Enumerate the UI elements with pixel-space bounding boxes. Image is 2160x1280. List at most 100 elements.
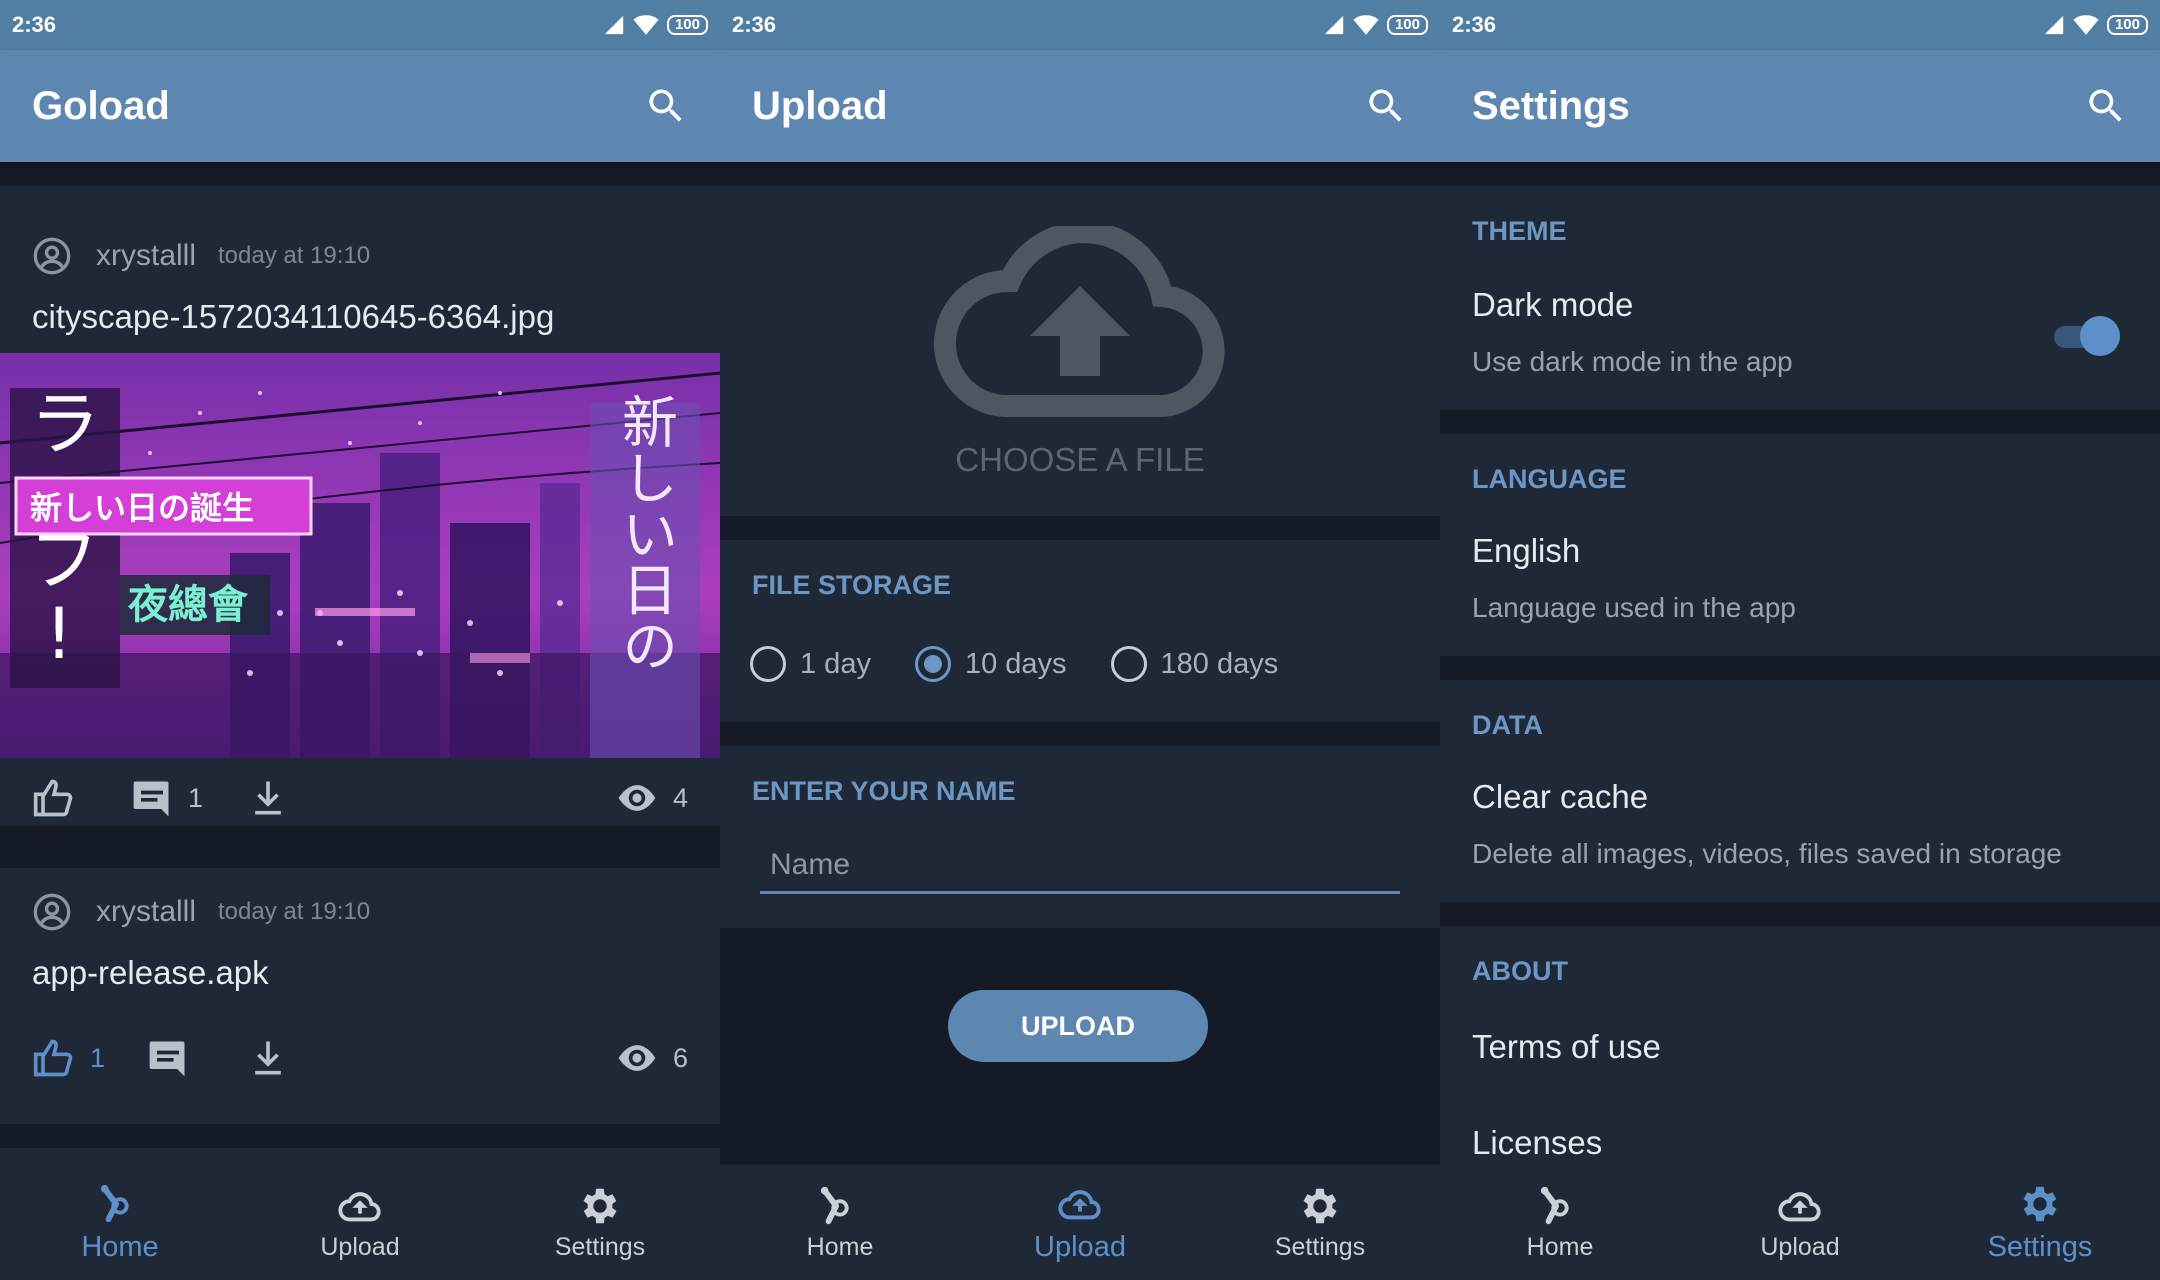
storage-label: FILE STORAGE <box>752 570 952 600</box>
nav-upload[interactable]: Upload <box>1680 1165 1920 1280</box>
data-label: DATA <box>1472 710 1543 740</box>
home-icon <box>817 1183 863 1229</box>
nav-settings[interactable]: Settings <box>480 1165 720 1280</box>
choose-file-label: CHOOSE A FILE <box>955 441 1205 478</box>
post-user[interactable]: xrystalll <box>96 895 196 929</box>
download-icon <box>246 1036 290 1080</box>
about-label: ABOUT <box>1472 956 1568 986</box>
download-button[interactable] <box>246 776 290 820</box>
wifi-icon <box>2073 12 2099 38</box>
comment-icon <box>130 776 174 820</box>
storage-section: FILE STORAGE 1 day 10 days 180 days <box>720 540 1440 722</box>
cloud-upload-icon <box>934 226 1225 418</box>
page-title: Upload <box>752 83 888 128</box>
post-time: today at 19:10 <box>218 898 371 925</box>
dark-mode-title[interactable]: Dark mode <box>1472 286 1633 324</box>
choose-file-area[interactable]: CHOOSE A FILE <box>720 186 1440 516</box>
nav-home[interactable]: Home <box>0 1165 240 1280</box>
name-section: ENTER YOUR NAME <box>720 746 1440 928</box>
like-button[interactable] <box>32 776 76 820</box>
signal-icon <box>603 14 625 36</box>
comment-button[interactable]: 1 <box>130 776 203 820</box>
comment-button[interactable] <box>146 1036 190 1080</box>
radio-10-days[interactable] <box>914 646 951 682</box>
avatar-icon <box>32 892 72 932</box>
avatar-icon <box>32 236 72 276</box>
storage-options: 1 day 10 days 180 days <box>750 646 1322 682</box>
comment-count: 1 <box>188 782 204 813</box>
image-sign-text: 夜總會 <box>127 582 249 628</box>
battery-icon: 100 <box>2106 15 2148 35</box>
like-icon <box>32 776 76 820</box>
battery-icon: 100 <box>666 15 708 35</box>
post-time: today at 19:10 <box>218 242 371 269</box>
nav-settings[interactable]: Settings <box>1920 1165 2160 1280</box>
post-card: xrystalll today at 19:10 app-release.apk… <box>0 868 720 1124</box>
nav-upload[interactable]: Upload <box>960 1165 1200 1280</box>
svg-text:!: ! <box>45 593 73 675</box>
app-bar: Goload <box>0 50 720 162</box>
gear-icon <box>2017 1181 2063 1227</box>
status-time: 2:36 <box>732 12 777 37</box>
view-count: 6 <box>672 1042 688 1073</box>
language-title[interactable]: English <box>1472 532 1580 570</box>
nav-upload[interactable]: Upload <box>240 1165 480 1280</box>
cloud-upload-icon <box>1777 1183 1823 1229</box>
post-filename[interactable]: cityscape-1572034110645-6364.jpg <box>32 298 554 336</box>
dark-mode-toggle[interactable] <box>2054 316 2120 356</box>
eye-icon <box>615 1036 659 1080</box>
licenses-item[interactable]: Licenses <box>1472 1124 1602 1162</box>
upload-button[interactable]: UPLOAD <box>948 990 1208 1062</box>
like-count: 1 <box>90 1042 106 1073</box>
post-user[interactable]: xrystalll <box>96 239 196 273</box>
radio-180-days[interactable] <box>1110 646 1147 682</box>
nav-settings[interactable]: Settings <box>1200 1165 1440 1280</box>
view-count: 4 <box>672 782 688 813</box>
home-icon <box>97 1181 143 1227</box>
download-button[interactable] <box>246 1036 290 1080</box>
post-filename[interactable]: app-release.apk <box>32 954 269 992</box>
bottom-nav: Home Upload Settings <box>720 1165 1440 1280</box>
app-bar: Upload <box>720 50 1440 162</box>
bottom-nav: Home Upload Settings <box>0 1165 720 1280</box>
search-icon[interactable] <box>1364 84 1408 128</box>
status-bar: 2:36 100 <box>720 0 1440 50</box>
signal-icon <box>1323 14 1345 36</box>
cloud-upload-icon <box>337 1183 383 1229</box>
nav-home[interactable]: Home <box>720 1165 960 1280</box>
post-actions: 1 4 <box>0 776 720 836</box>
gear-icon <box>1297 1183 1343 1229</box>
comment-icon <box>146 1036 190 1080</box>
feed: xrystalll today at 19:10 cityscape-15720… <box>0 162 720 1280</box>
wifi-icon <box>633 12 659 38</box>
download-icon <box>246 776 290 820</box>
eye-icon <box>615 776 659 820</box>
name-input[interactable] <box>760 838 1400 894</box>
radio-1-day[interactable] <box>750 646 786 682</box>
language-section: LANGUAGE English Language used in the ap… <box>1440 434 2160 656</box>
page-title: Settings <box>1472 83 1630 128</box>
search-icon[interactable] <box>2084 84 2128 128</box>
gear-icon <box>577 1183 623 1229</box>
page-title: Goload <box>32 83 170 128</box>
upload-screen: 2:36 100 Upload CHOOSE A FILE FILE STORA… <box>720 0 1440 1280</box>
search-icon[interactable] <box>644 84 688 128</box>
signal-icon <box>2043 14 2065 36</box>
settings-screen: 2:36 100 Settings THEME Dark mode Use da… <box>1440 0 2160 1280</box>
nav-home[interactable]: Home <box>1440 1165 1680 1280</box>
home-screen: 2:36 100 Goload xrystalll today at 19:10… <box>0 0 720 1280</box>
name-label: ENTER YOUR NAME <box>752 776 1016 806</box>
views: 4 <box>615 776 688 820</box>
cityscape-image: ラ ブ ! 新しい日の誕生 夜總會 新しい日の <box>0 353 720 758</box>
post-card: xrystalll today at 19:10 cityscape-15720… <box>0 186 720 826</box>
terms-item[interactable]: Terms of use <box>1472 1028 1661 1066</box>
post-image[interactable]: ラ ブ ! 新しい日の誕生 夜總會 新しい日の <box>0 353 720 758</box>
clear-cache-title[interactable]: Clear cache <box>1472 778 1648 816</box>
wifi-icon <box>1353 12 1379 38</box>
status-bar: 2:36 100 <box>1440 0 2160 50</box>
battery-icon: 100 <box>1386 15 1428 35</box>
like-button[interactable]: 1 <box>32 1036 105 1080</box>
svg-text:ラ: ラ <box>30 383 100 465</box>
data-section: DATA Clear cache Delete all images, vide… <box>1440 680 2160 902</box>
language-label: LANGUAGE <box>1472 464 1627 494</box>
